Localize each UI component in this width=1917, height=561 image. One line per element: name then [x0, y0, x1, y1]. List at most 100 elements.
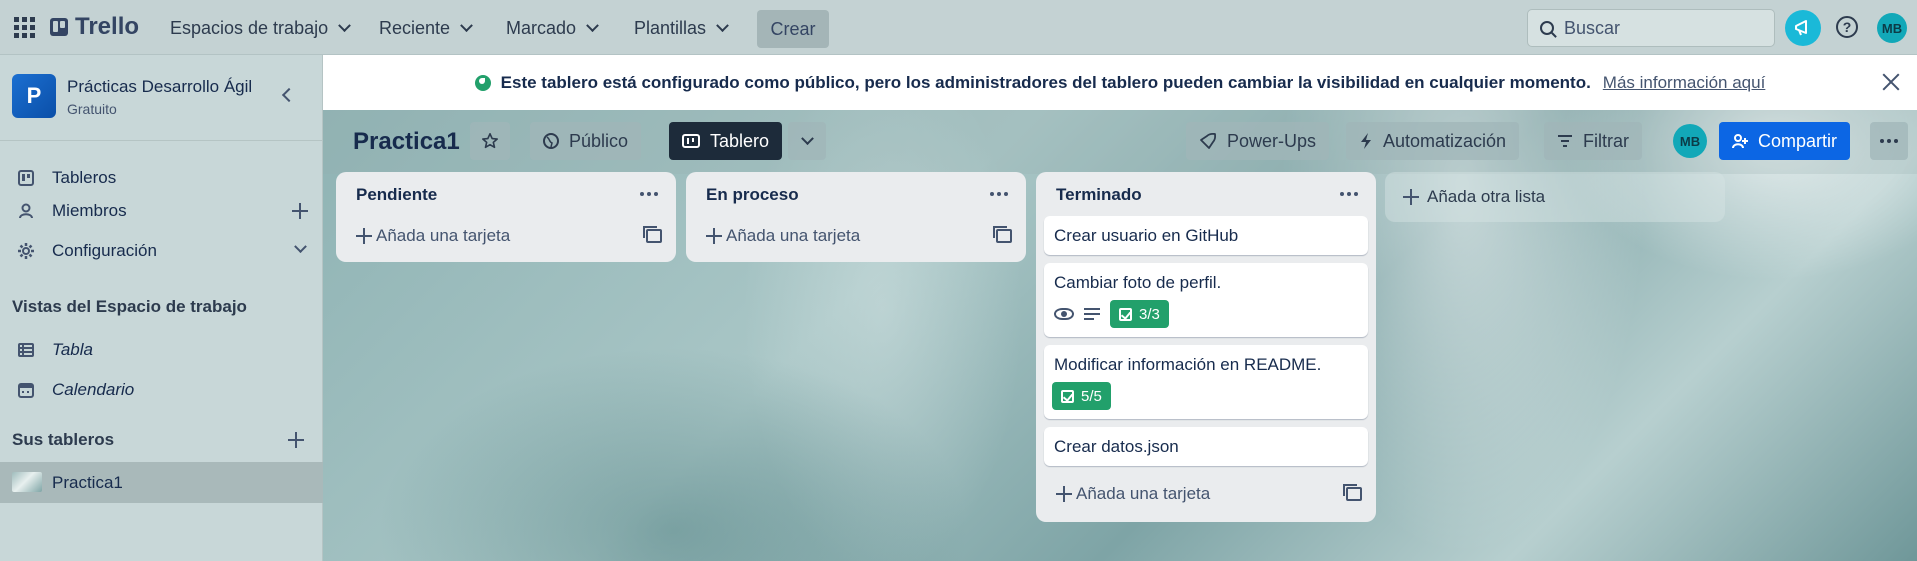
add-card-button[interactable]: Añada una tarjeta — [694, 216, 1018, 256]
filter-label: Filtrar — [1583, 130, 1629, 151]
nav-templates[interactable]: Plantillas — [624, 10, 737, 46]
workspace-logo[interactable]: P — [12, 74, 56, 118]
add-board-icon[interactable] — [288, 432, 304, 448]
chevron-down-icon — [586, 18, 599, 32]
sidebar-item-members[interactable]: Miembros — [0, 191, 323, 231]
view-board-button[interactable]: Tablero — [669, 122, 783, 160]
checklist-icon — [1119, 307, 1132, 321]
add-card-label: Añada una tarjeta — [376, 226, 511, 245]
globe-icon — [474, 74, 491, 91]
list-title[interactable]: En proceso — [706, 185, 799, 205]
plus-icon — [706, 228, 722, 244]
chevron-down-icon — [460, 18, 473, 32]
add-card-button[interactable]: Añada una tarjeta — [344, 216, 668, 256]
list-title[interactable]: Pendiente — [356, 185, 437, 205]
visibility-banner: Este tablero está configurado como públi… — [323, 55, 1917, 110]
template-icon[interactable] — [643, 226, 662, 243]
list-en-proceso: En proceso Añada una tarjeta — [686, 172, 1026, 262]
sidebar-item-settings[interactable]: Configuración — [0, 231, 323, 271]
visibility-label: Público — [569, 130, 629, 151]
sidebar-item-label: Tabla — [52, 340, 93, 359]
eye-icon — [1054, 308, 1074, 320]
nav-starred[interactable]: Marcado — [496, 10, 607, 46]
automation-button[interactable]: Automatización — [1346, 122, 1520, 160]
close-icon[interactable] — [1881, 72, 1901, 92]
add-list-label: Añada otra lista — [1427, 187, 1546, 206]
chevron-down-icon[interactable] — [294, 240, 307, 254]
card[interactable]: Crear usuario en GitHub — [1044, 216, 1368, 255]
view-switcher-button[interactable] — [788, 122, 826, 160]
trello-logo[interactable]: Trello — [50, 13, 139, 41]
search-icon — [1540, 21, 1554, 35]
list-pendiente: Pendiente Añada una tarjeta — [336, 172, 676, 262]
card[interactable]: Crear datos.json — [1044, 427, 1368, 466]
card[interactable]: Cambiar foto de perfil. 3/3 — [1044, 263, 1368, 337]
table-icon — [18, 343, 34, 357]
view-label: Tablero — [710, 130, 770, 151]
nav-workspaces-label: Espacios de trabajo — [170, 17, 329, 38]
nav-recent[interactable]: Reciente — [369, 10, 481, 46]
search-box[interactable] — [1527, 9, 1775, 47]
nav-recent-label: Reciente — [379, 17, 451, 38]
description-icon — [1084, 308, 1100, 320]
powerups-button[interactable]: Power-Ups — [1186, 122, 1330, 160]
share-button[interactable]: Compartir — [1719, 122, 1851, 160]
card-title: Modificar información en README. — [1054, 355, 1322, 374]
your-boards-heading: Sus tableros — [12, 430, 115, 449]
sidebar-item-label: Calendario — [52, 380, 135, 399]
star-button[interactable] — [470, 122, 510, 160]
avatar[interactable]: MB — [1877, 13, 1907, 43]
add-list-button[interactable]: Añada otra lista — [1385, 172, 1725, 222]
sidebar-item-label: Tableros — [52, 168, 117, 187]
lightning-icon — [1361, 133, 1371, 149]
help-icon[interactable]: ? — [1836, 16, 1858, 38]
workspace-plan: Gratuito — [67, 101, 117, 117]
visibility-button[interactable]: Público — [530, 122, 642, 160]
share-label: Compartir — [1758, 130, 1838, 151]
add-card-button[interactable]: Añada una tarjeta — [1044, 474, 1368, 514]
add-card-label: Añada una tarjeta — [726, 226, 861, 245]
board-thumbnail — [12, 472, 42, 492]
board-header: Practica1 Público Tablero Power-Ups Auto… — [323, 110, 1917, 174]
sidebar-board-practica1[interactable]: Practica1 — [0, 462, 323, 503]
workspace-name[interactable]: Prácticas Desarrollo Ágil — [67, 77, 252, 97]
more-info-link[interactable]: Más información aquí — [1603, 73, 1766, 93]
more-icon[interactable] — [640, 186, 662, 202]
chevron-left-icon[interactable] — [280, 88, 294, 102]
share-person-icon — [1732, 134, 1748, 149]
board-icon — [682, 134, 700, 148]
checklist-icon — [1061, 389, 1074, 403]
sidebar-item-calendar[interactable]: Calendario — [0, 370, 323, 410]
automation-label: Automatización — [1383, 130, 1507, 151]
plus-icon — [1056, 486, 1072, 502]
chevron-down-icon — [716, 18, 729, 32]
board-member-avatar[interactable]: MB — [1673, 124, 1707, 158]
more-icon[interactable] — [990, 186, 1012, 202]
search-input[interactable] — [1564, 17, 1754, 39]
template-icon[interactable] — [993, 226, 1012, 243]
list-title[interactable]: Terminado — [1056, 185, 1142, 205]
chevron-down-icon — [800, 131, 814, 145]
rocket-icon — [1200, 132, 1217, 149]
globe-icon — [543, 133, 559, 149]
apps-grid-icon[interactable] — [10, 13, 36, 39]
board-canvas: Practica1 Público Tablero Power-Ups Auto… — [323, 110, 1917, 561]
board-title[interactable]: Practica1 — [353, 128, 460, 156]
more-icon[interactable] — [1340, 186, 1362, 202]
sidebar-item-label: Practica1 — [52, 472, 123, 492]
create-button[interactable]: Crear — [757, 10, 829, 48]
sidebar-item-table[interactable]: Tabla — [0, 330, 323, 370]
card[interactable]: Modificar información en README. 5/5 — [1044, 345, 1368, 419]
megaphone-icon — [1795, 20, 1807, 36]
list-header: En proceso — [686, 172, 1026, 216]
logo-text: Trello — [75, 13, 140, 40]
board-menu-button[interactable] — [1870, 122, 1908, 160]
nav-workspaces[interactable]: Espacios de trabajo — [160, 10, 359, 46]
filter-button[interactable]: Filtrar — [1544, 122, 1642, 160]
add-member-icon[interactable] — [292, 203, 308, 219]
trello-logo-icon — [50, 18, 68, 36]
template-icon[interactable] — [1343, 484, 1362, 501]
card-title: Crear usuario en GitHub — [1054, 226, 1239, 245]
notifications-button[interactable] — [1785, 10, 1821, 46]
workspace-header: P Prácticas Desarrollo Ágil Gratuito — [0, 55, 323, 141]
